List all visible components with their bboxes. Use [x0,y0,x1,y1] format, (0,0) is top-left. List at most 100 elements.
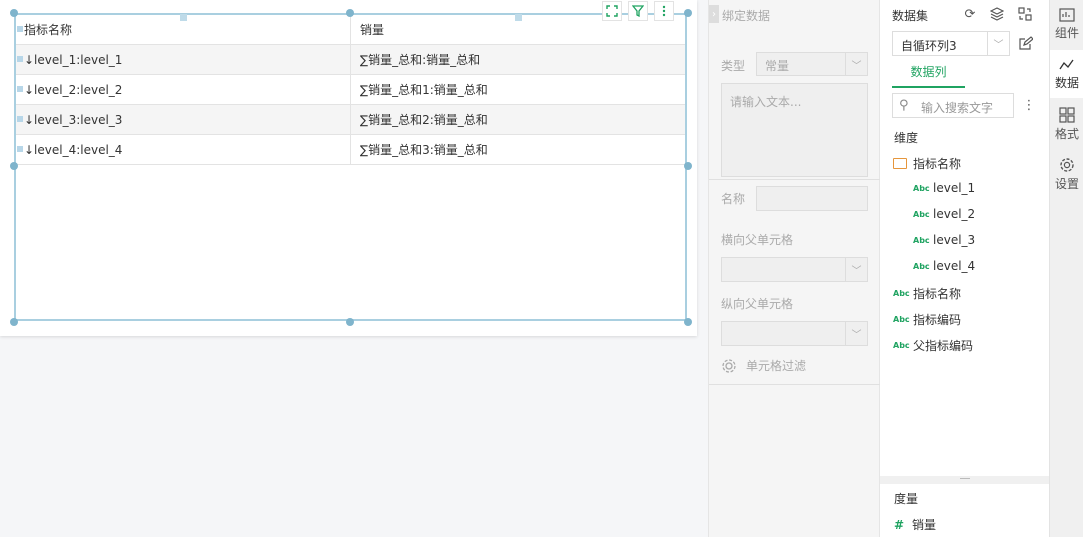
divider [709,179,881,180]
table-header-row: 指标名称 销量 [14,14,686,45]
resize-handle-bl[interactable] [10,318,18,326]
dataset-panel: 数据集 ⟳ 自循环列3 ﹀ 数据列 ⚲ 输入搜索文字 ⋮ 维度 指标名称 Abc… [880,0,1049,537]
table-cell[interactable]: ∑销量_总和:销量_总和 [350,44,686,75]
splitter-grip [960,478,970,479]
fullscreen-button[interactable] [602,1,622,21]
tree-field[interactable]: Abc level_4 [913,259,975,273]
field-label: 指标编码 [913,313,962,327]
resize-handle-l[interactable] [10,162,18,170]
v-parent-select[interactable]: ﹀ [721,321,868,346]
tree-field[interactable]: Abc level_2 [913,207,975,221]
tree-field[interactable]: Abc level_1 [913,181,975,195]
measure-field-label: 销量 [912,518,937,532]
text-type-icon: Abc [913,209,930,219]
table-row: ↓level_4:level_4 ∑销量_总和3:销量_总和 [14,134,686,165]
bind-data-panel: › 绑定数据 类型 常量 ﹀ 请输入文本... 名称 横向父单元格 ﹀ 纵向父单… [708,0,881,537]
resize-handle-tl[interactable] [10,9,18,17]
gear-icon [722,358,736,373]
refresh-icon[interactable]: ⟳ [961,5,979,23]
table-row: ↓level_2:level_2 ∑销量_总和1:销量_总和 [14,74,686,105]
h-parent-label: 横向父单元格 [721,233,794,247]
chevron-right-icon: › [712,8,716,20]
tab-settings[interactable]: 设置 [1050,150,1083,198]
divider [709,384,881,385]
tree-field[interactable]: Abc 指标编码 [893,311,961,328]
cell-marker [17,56,23,62]
number-type-icon: # [894,517,905,532]
splitter[interactable] [880,476,1049,484]
layers-icon[interactable] [988,5,1006,23]
component-toolbar [602,1,674,21]
dataset-select[interactable]: 自循环列3 ﹀ [892,31,1010,56]
h-parent-select[interactable]: ﹀ [721,257,868,282]
more-vertical-icon [662,5,666,17]
switch-icon[interactable] [1016,5,1034,23]
type-select[interactable]: 常量 ﹀ [756,52,868,76]
table-row: ↓level_3:level_3 ∑销量_总和2:销量_总和 [14,104,686,135]
text-type-icon: Abc [913,261,930,271]
search-icon: ⚲ [899,98,909,113]
table-row: ↓level_1:level_1 ∑销量_总和:销量_总和 [14,44,686,75]
panel-title: 绑定数据 [722,9,771,23]
table-cell[interactable]: ↓level_4:level_4 [14,134,351,165]
tab-data[interactable]: 数据 [1050,50,1083,98]
table-cell[interactable]: ∑销量_总和3:销量_总和 [350,134,686,165]
v-parent-label: 纵向父单元格 [721,297,794,311]
gear-icon [1060,157,1074,172]
tab-component[interactable]: 组件 [1050,0,1083,48]
field-label: level_2 [933,207,976,221]
dataset-title: 数据集 [892,9,929,23]
report-table: 指标名称 销量 ↓level_1:level_1 ∑销量_总和:销量_总和 ↓l… [14,14,686,165]
resize-handle-r[interactable] [684,162,692,170]
cell-text: ∑销量_总和2:销量_总和 [360,113,488,127]
table-cell[interactable]: ↓level_3:level_3 [14,104,351,135]
line-chart-icon [1059,59,1074,69]
chevron-down-icon: ﹀ [987,32,1009,55]
table-cell[interactable]: ∑销量_总和1:销量_总和 [350,74,686,105]
cell-marker [17,146,23,152]
component-icon [1059,7,1075,22]
table-cell[interactable]: ↓level_2:level_2 [14,74,351,105]
resize-handle-tr[interactable] [684,9,692,17]
dataset-select-value: 自循环列3 [901,39,957,53]
table-cell[interactable]: ↓level_1:level_1 [14,44,351,75]
resize-handle-b[interactable] [346,318,354,326]
filter-button[interactable] [628,1,648,21]
side-tab-bar: 组件 数据 格式 设置 [1049,0,1083,537]
tab-label: 格式 [1054,126,1079,141]
tree-folder[interactable]: 指标名称 [893,155,961,172]
field-label: level_3 [933,233,976,247]
text-type-icon: Abc [913,183,930,193]
header-label: 销量 [360,23,385,37]
more-button[interactable] [654,1,674,21]
tab-data-columns[interactable]: 数据列 [892,60,965,88]
collapse-toggle[interactable]: › [709,5,719,23]
cell-text: ∑销量_总和1:销量_总和 [360,83,488,97]
header-label: 指标名称 [24,23,73,37]
tab-format[interactable]: 格式 [1050,100,1083,148]
column-marker [180,14,187,21]
tree-field[interactable]: Abc level_3 [913,233,975,247]
search-input[interactable]: ⚲ 输入搜索文字 [892,93,1014,118]
tree-field[interactable]: Abc 父指标编码 [893,337,973,354]
resize-handle-t[interactable] [346,9,354,17]
text-type-icon: Abc [893,289,910,298]
cell-marker [17,86,23,92]
more-vertical-icon[interactable]: ⋮ [1020,96,1038,114]
tree-field[interactable]: Abc 指标名称 [893,285,961,302]
measure-label: 度量 [894,492,919,506]
column-marker [515,14,522,21]
tab-label: 组件 [1054,25,1079,40]
tree-measure[interactable]: # 销量 [894,516,936,533]
name-input[interactable] [756,186,868,211]
resize-handle-br[interactable] [684,318,692,326]
cell-filter-button[interactable]: 单元格过滤 [721,357,806,374]
text-type-icon: Abc [913,235,930,245]
edit-icon[interactable] [1016,34,1034,52]
table-cell[interactable]: ∑销量_总和2:销量_总和 [350,104,686,135]
text-input[interactable]: 请输入文本... [721,83,868,177]
text-type-icon: Abc [893,341,910,350]
cell-text: ↓level_4:level_4 [24,142,123,157]
chevron-down-icon: ﹀ [845,322,867,345]
dimension-label: 维度 [894,131,919,145]
